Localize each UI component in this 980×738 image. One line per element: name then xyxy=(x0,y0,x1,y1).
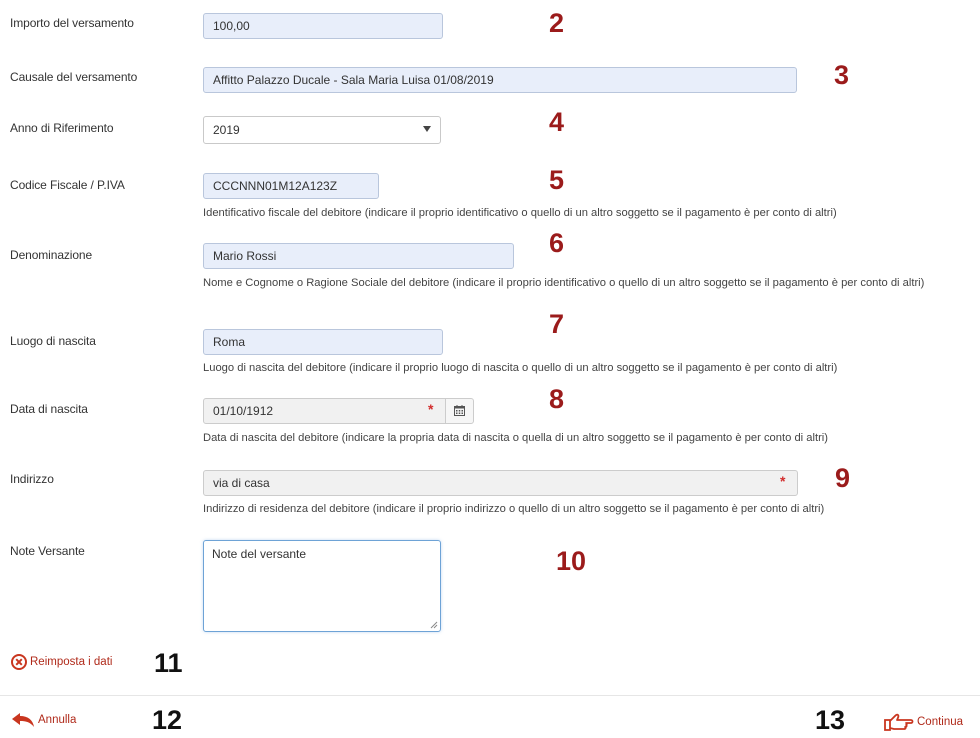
denominazione-help: Nome e Cognome o Ragione Sociale del deb… xyxy=(203,277,925,289)
cancel-button[interactable]: Annulla xyxy=(11,712,76,728)
marker-9: 9 xyxy=(835,463,851,493)
anno-select[interactable]: 2019 xyxy=(203,116,441,144)
marker-11: 11 xyxy=(154,648,183,678)
note-textarea[interactable]: Note del versante xyxy=(203,540,441,632)
required-asterisk: * xyxy=(428,401,434,417)
resize-grip-icon[interactable] xyxy=(430,621,438,629)
continue-button[interactable]: Continua xyxy=(884,713,963,731)
codice-fiscale-input[interactable]: CCCNNN01M12A123Z xyxy=(203,173,379,199)
note-textarea-value: Note del versante xyxy=(212,547,307,561)
importo-input[interactable]: 100,00 xyxy=(203,13,443,39)
causale-label: Causale del versamento xyxy=(10,70,138,84)
luogo-nascita-label: Luogo di nascita xyxy=(10,334,96,348)
reset-button[interactable]: Reimposta i dati xyxy=(11,654,112,670)
indirizzo-input[interactable]: via di casa xyxy=(203,470,798,496)
calendar-icon xyxy=(454,405,465,416)
chevron-down-icon xyxy=(423,126,431,132)
indirizzo-help: Indirizzo di residenza del debitore (ind… xyxy=(203,503,825,515)
marker-10: 10 xyxy=(556,546,587,576)
luogo-nascita-help: Luogo di nascita del debitore (indicare … xyxy=(203,362,838,374)
calendar-button[interactable] xyxy=(445,398,474,424)
marker-12: 12 xyxy=(152,705,183,735)
note-label: Note Versante xyxy=(10,544,85,558)
luogo-nascita-input[interactable]: Roma xyxy=(203,329,443,355)
data-nascita-label: Data di nascita xyxy=(10,402,88,416)
undo-arrow-icon xyxy=(12,713,34,727)
marker-3: 3 xyxy=(834,60,850,90)
marker-8: 8 xyxy=(549,384,565,414)
causale-input[interactable]: Affitto Palazzo Ducale - Sala Maria Luis… xyxy=(203,67,797,93)
anno-select-value: 2019 xyxy=(213,123,240,137)
continue-label: Continua xyxy=(917,716,964,728)
data-nascita-input[interactable]: 01/10/1912 xyxy=(203,398,446,424)
importo-label: Importo del versamento xyxy=(10,16,134,30)
footer-divider xyxy=(0,695,980,696)
codice-fiscale-label: Codice Fiscale / P.IVA xyxy=(10,178,125,192)
close-circle-icon xyxy=(11,654,27,670)
marker-7: 7 xyxy=(549,309,565,339)
marker-6: 6 xyxy=(549,228,565,258)
anno-label: Anno di Riferimento xyxy=(10,121,114,135)
marker-13: 13 xyxy=(815,705,846,735)
required-asterisk-indirizzo: * xyxy=(780,473,786,489)
denominazione-label: Denominazione xyxy=(10,248,93,262)
data-nascita-help: Data di nascita del debitore (indicare l… xyxy=(203,432,829,444)
marker-4: 4 xyxy=(549,107,565,137)
cancel-label: Annulla xyxy=(38,714,77,726)
hand-point-right-icon xyxy=(884,713,914,731)
denominazione-input[interactable]: Mario Rossi xyxy=(203,243,514,269)
reset-label: Reimposta i dati xyxy=(30,656,113,668)
codice-fiscale-help: Identificativo fiscale del debitore (ind… xyxy=(203,207,837,219)
indirizzo-label: Indirizzo xyxy=(10,472,54,486)
marker-5: 5 xyxy=(549,165,565,195)
marker-2: 2 xyxy=(549,8,565,38)
